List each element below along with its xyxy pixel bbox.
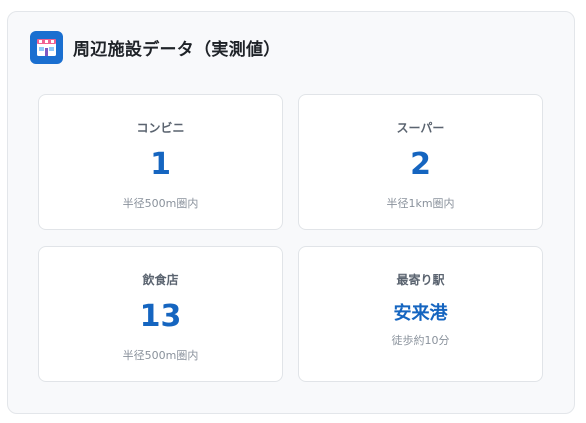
card-value: 2 [410,147,431,182]
card-label: 飲食店 [142,273,179,287]
store-icon [30,31,63,64]
panel-header: 周辺施設データ（実測値） [30,31,281,64]
card-note: 徒歩約10分 [391,334,450,347]
card-nearest-station: 最寄り駅 安来港 徒歩約10分 [298,246,543,382]
card-value: 13 [139,299,182,334]
card-supermarket: スーパー 2 半径1km圏内 [298,94,543,230]
card-restaurants: 飲食店 13 半径500m圏内 [38,246,283,382]
card-label: コンビニ [136,121,185,135]
card-label: 最寄り駅 [396,273,445,287]
card-note: 半径500m圏内 [122,349,199,362]
card-note: 半径1km圏内 [386,197,455,210]
card-value: 1 [150,147,171,182]
card-convenience-store: コンビニ 1 半径500m圏内 [38,94,283,230]
panel-title: 周辺施設データ（実測値） [73,40,281,60]
card-label: スーパー [396,121,445,135]
card-note: 半径500m圏内 [122,197,199,210]
card-value: 安来港 [393,303,448,324]
